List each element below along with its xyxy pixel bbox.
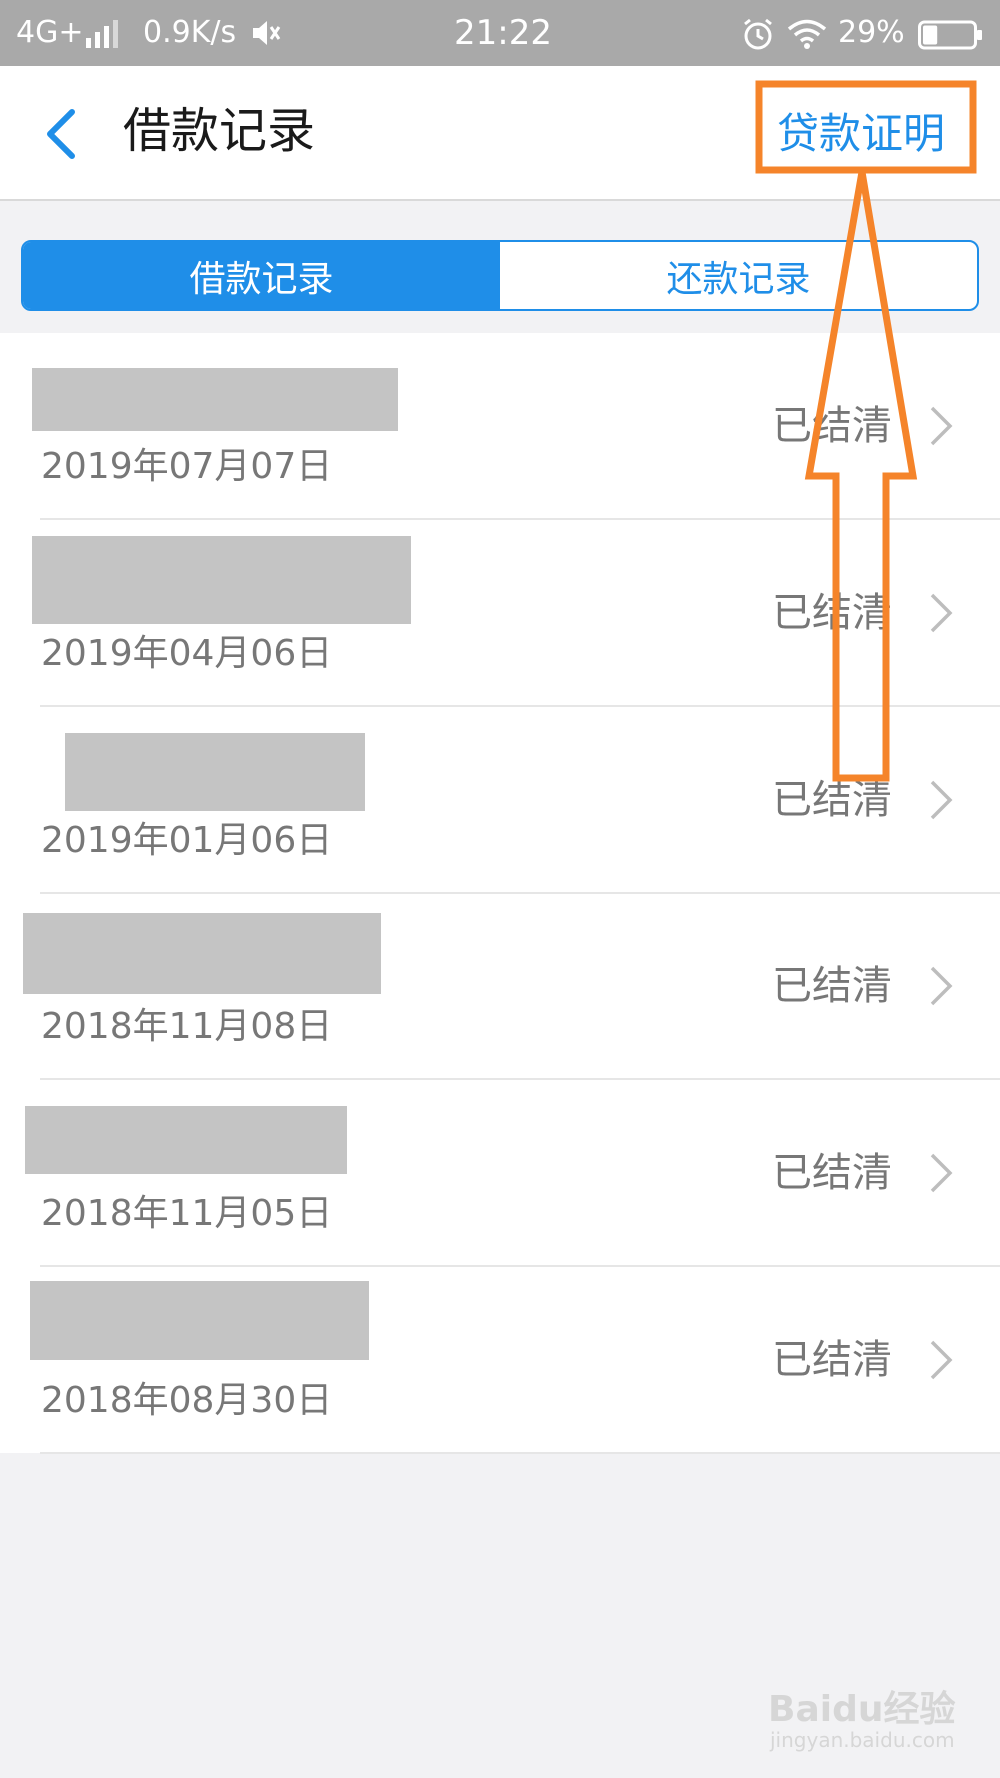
network-type: 4G+ xyxy=(16,15,84,50)
record-date: 2018年11月08日 xyxy=(41,1006,333,1047)
mute-icon xyxy=(253,21,281,45)
record-date: 2018年08月30日 xyxy=(41,1380,333,1421)
record-status: 已结清 xyxy=(772,1337,892,1383)
wifi-icon xyxy=(787,19,827,49)
divider xyxy=(40,1452,1000,1454)
chevron-right-icon xyxy=(930,966,953,1006)
loan-certificate-link[interactable]: 贷款证明 xyxy=(777,106,945,162)
chevron-right-icon xyxy=(930,406,953,446)
record-date: 2018年11月05日 xyxy=(41,1193,333,1234)
clock: 21:22 xyxy=(454,13,552,53)
watermark-logo: Baidu经验 xyxy=(768,1689,956,1730)
battery-icon xyxy=(918,20,982,50)
list-item[interactable]: 2018年11月05日 已结清 xyxy=(0,1080,1000,1267)
status-bar: 4G+ 0.9K/s 21:22 29% xyxy=(0,0,1000,66)
navigation-bar: 借款记录 贷款证明 xyxy=(0,66,1000,201)
redacted-amount xyxy=(32,536,411,624)
network-speed: 0.9K/s xyxy=(143,15,237,50)
redacted-amount xyxy=(25,1106,347,1174)
list-item[interactable]: 2018年11月08日 已结清 xyxy=(0,893,1000,1080)
tab-repayment-records[interactable]: 还款记录 xyxy=(500,242,977,309)
record-status: 已结清 xyxy=(772,963,892,1009)
chevron-right-icon xyxy=(930,593,953,633)
record-status: 已结清 xyxy=(772,403,892,449)
redacted-amount xyxy=(32,368,398,431)
screen: 4G+ 0.9K/s 21:22 29% 借款记录 贷款证明 借款记录 还款记录… xyxy=(0,0,1000,1778)
record-status: 已结清 xyxy=(772,777,892,823)
signal-icon xyxy=(86,20,118,48)
redacted-amount xyxy=(23,913,381,994)
alarm-icon xyxy=(744,18,772,50)
record-date: 2019年04月06日 xyxy=(41,633,333,674)
watermark-url: jingyan.baidu.com xyxy=(770,1728,955,1752)
chevron-right-icon xyxy=(930,1153,953,1193)
record-type-tabs: 借款记录 还款记录 xyxy=(21,240,979,311)
list-item[interactable]: 2018年08月30日 已结清 xyxy=(0,1267,1000,1454)
chevron-right-icon xyxy=(930,1340,953,1380)
tab-loan-records[interactable]: 借款记录 xyxy=(23,242,500,309)
chevron-right-icon xyxy=(930,780,953,820)
loan-record-list: 2019年07月07日 已结清 2019年04月06日 已结清 2019年01月… xyxy=(0,333,1000,1454)
page-title: 借款记录 xyxy=(123,103,316,159)
record-date: 2019年01月06日 xyxy=(41,820,333,861)
back-arrow-icon[interactable] xyxy=(38,104,88,164)
redacted-amount xyxy=(65,733,365,811)
redacted-amount xyxy=(30,1281,369,1360)
list-item[interactable]: 2019年01月06日 已结清 xyxy=(0,707,1000,894)
battery-percent: 29% xyxy=(838,15,905,50)
list-item[interactable]: 2019年04月06日 已结清 xyxy=(0,520,1000,707)
record-date: 2019年07月07日 xyxy=(41,446,333,487)
record-status: 已结清 xyxy=(772,590,892,636)
list-item[interactable]: 2019年07月07日 已结清 xyxy=(0,333,1000,520)
record-status: 已结清 xyxy=(772,1150,892,1196)
